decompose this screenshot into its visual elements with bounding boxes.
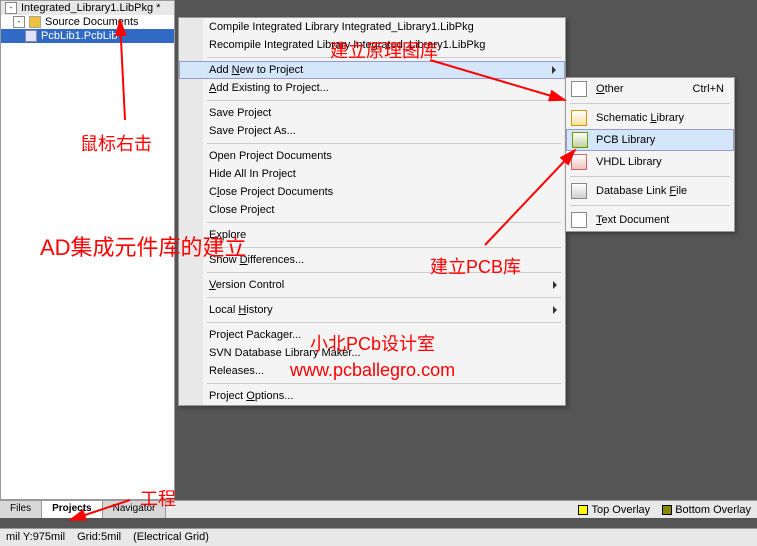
submenu-arrow-icon [553,281,557,289]
layer-swatch-icon [578,505,588,515]
menu-separator [207,272,561,273]
menu-separator [207,297,561,298]
menu-show-diff[interactable]: Show Differences... [179,251,565,269]
tree-root-label: Integrated_Library1.LibPkg * [21,2,160,14]
menu-separator [207,222,561,223]
menu-separator [207,100,561,101]
project-tree[interactable]: - Integrated_Library1.LibPkg * - Source … [0,0,175,500]
layer-top-overlay[interactable]: Top Overlay [572,501,656,518]
tree-file-item[interactable]: PcbLib1.PcbLib [1,29,174,43]
menu-separator [207,57,561,58]
submenu-text-document[interactable]: Text Document [566,209,734,231]
tab-navigator[interactable]: Navigator [103,501,167,518]
menu-options[interactable]: Project Options... [179,387,565,405]
menu-add-new[interactable]: Add New to Project [179,61,565,79]
menu-separator [207,143,561,144]
menu-separator [207,322,561,323]
status-grid: Grid:5mil [77,531,121,544]
pcb-lib-icon [572,132,588,148]
status-electrical-grid: (Electrical Grid) [133,531,209,544]
tree-folder-item[interactable]: - Source Documents [1,15,174,29]
layer-swatch-icon [662,505,672,515]
pcblib-icon [25,30,37,42]
menu-explore[interactable]: Explore [179,226,565,244]
document-icon [571,81,587,97]
menu-save[interactable]: Save Project [179,104,565,122]
menu-compile[interactable]: Compile Integrated Library Integrated_Li… [179,18,565,36]
layer-tabs: Top Overlay Bottom Overlay [175,500,757,518]
vhdl-lib-icon [571,154,587,170]
expand-icon[interactable]: - [13,16,25,28]
menu-version-control[interactable]: Version Control [179,276,565,294]
menu-close[interactable]: Close Project [179,201,565,219]
menu-local-history[interactable]: Local History [179,301,565,319]
submenu-arrow-icon [553,306,557,314]
menu-add-existing[interactable]: Add Existing to Project... [179,79,565,97]
menu-recompile[interactable]: Recompile Integrated Library Integrated_… [179,36,565,54]
submenu-pcb-library[interactable]: PCB Library [566,129,734,151]
database-icon [571,183,587,199]
menu-packager[interactable]: Project Packager... [179,326,565,344]
menu-separator [207,247,561,248]
schematic-lib-icon [571,110,587,126]
folder-icon [29,16,41,28]
menu-close-docs[interactable]: Close Project Documents [179,183,565,201]
menu-separator [570,176,730,177]
submenu-arrow-icon [552,66,556,74]
tab-files[interactable]: Files [0,501,42,518]
layer-bottom-overlay[interactable]: Bottom Overlay [656,501,757,518]
menu-releases[interactable]: Releases... [179,362,565,380]
menu-hide-all[interactable]: Hide All In Project [179,165,565,183]
tree-file-label: PcbLib1.PcbLib [41,30,117,42]
status-coords: mil Y:975mil [6,531,65,544]
menu-separator [207,383,561,384]
tree-root-item[interactable]: - Integrated_Library1.LibPkg * [1,1,174,15]
tree-folder-label: Source Documents [45,16,139,28]
context-menu: Compile Integrated Library Integrated_Li… [178,17,566,406]
menu-open-docs[interactable]: Open Project Documents [179,147,565,165]
tab-projects[interactable]: Projects [42,501,102,518]
add-new-submenu: OtherCtrl+N Schematic Library PCB Librar… [565,77,735,232]
submenu-database-link[interactable]: Database Link File [566,180,734,202]
submenu-schematic-library[interactable]: Schematic Library [566,107,734,129]
submenu-vhdl-library[interactable]: VHDL Library [566,151,734,173]
menu-save-as[interactable]: Save Project As... [179,122,565,140]
text-doc-icon [571,212,587,228]
submenu-other[interactable]: OtherCtrl+N [566,78,734,100]
expand-icon[interactable]: - [5,2,17,14]
menu-separator [570,103,730,104]
menu-svn[interactable]: SVN Database Library Maker... [179,344,565,362]
menu-separator [570,205,730,206]
status-bar: mil Y:975mil Grid:5mil (Electrical Grid) [0,528,757,546]
